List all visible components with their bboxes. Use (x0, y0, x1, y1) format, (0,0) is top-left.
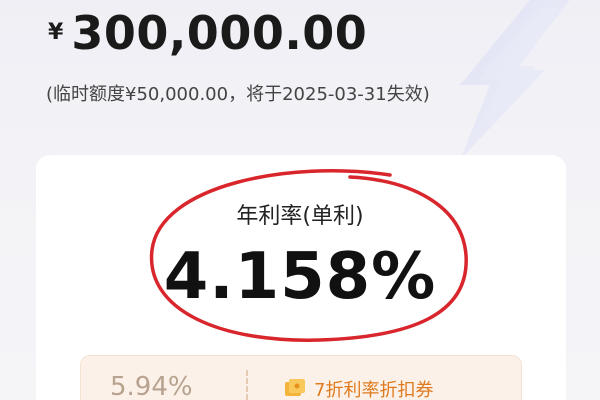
lightning-bolt-icon (460, 0, 570, 160)
credit-amount-value: 300,000.00 (71, 6, 368, 60)
original-rate: 5.94% (110, 372, 193, 400)
coupon-divider (246, 370, 248, 400)
coupon-label: 7折利率折扣券 (314, 380, 434, 400)
loan-quota-page: ¥ 300,000.00 (临时额度¥50,000.00，将于2025-03-3… (0, 0, 600, 400)
handdrawn-highlight-circle (149, 169, 468, 342)
temporary-quota-note: (临时额度¥50,000.00，将于2025-03-31失效) (46, 84, 430, 105)
currency-sign: ¥ (48, 20, 64, 45)
coupon-ticket-icon (285, 379, 305, 396)
credit-amount: ¥ 300,000.00 (48, 6, 367, 60)
